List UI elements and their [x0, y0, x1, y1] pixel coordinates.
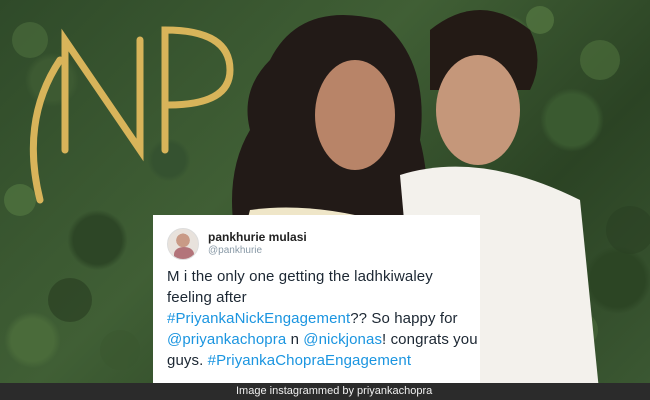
monogram-n	[61, 28, 144, 162]
embedded-tweet-card[interactable]: pankhurie mulasi @pankhurie M i the only…	[153, 215, 480, 383]
np-monogram	[29, 26, 234, 204]
tweet-display-name[interactable]: pankhurie mulasi	[208, 230, 307, 244]
tweet-line: #PriyankaNickEngagement?? So happy for	[167, 308, 477, 329]
hashtag-link[interactable]: #PriyankaChopraEngagement	[208, 352, 411, 369]
tweet-text-segment: guys.	[167, 352, 208, 369]
mention-link[interactable]: @priyankachopra	[167, 331, 286, 348]
hashtag-link[interactable]: #PriyankaNickEngagement	[167, 310, 350, 327]
tweet-text-segment: ?? So happy for	[350, 310, 458, 327]
monogram-p	[161, 26, 234, 154]
tweet-text-segment: M i the only one getting the ladhkiwaley	[167, 268, 433, 285]
tweet-handle[interactable]: @pankhurie	[208, 245, 262, 256]
tweet-text-segment: n	[286, 331, 304, 348]
tweet-text: M i the only one getting the ladhkiwaley…	[167, 266, 478, 371]
tweet-line: guys. #PriyankaChopraEngagement	[167, 350, 477, 371]
tweet-line: @priyankachopra n @nickjonas! congrats y…	[167, 329, 478, 350]
tweet-text-segment: feeling after	[167, 289, 247, 306]
tweet-line: feeling after	[167, 287, 477, 308]
user-avatar[interactable]	[167, 228, 199, 260]
mention-link[interactable]: @nickjonas	[303, 331, 382, 348]
tweet-line: M i the only one getting the ladhkiwaley	[167, 266, 477, 287]
monogram-arc	[29, 56, 64, 204]
photo-credit: Image instagrammed by priyankachopra	[236, 385, 433, 397]
photo-stage: pankhurie mulasi @pankhurie M i the only…	[0, 0, 650, 400]
tweet-text-segment: ! congrats you	[382, 331, 478, 348]
